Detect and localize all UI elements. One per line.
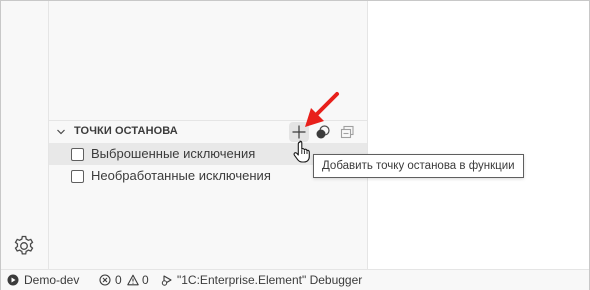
warning-icon — [127, 274, 139, 286]
warning-count: 0 — [142, 273, 149, 287]
activity-bar — [1, 1, 49, 269]
section-title: ТОЧКИ ОСТАНОВА — [74, 125, 178, 137]
app-window: ТОЧКИ ОСТАНОВА Выброшенные исключения Не… — [0, 0, 590, 290]
tooltip-text: Добавить точку останова в функции — [322, 160, 515, 172]
list-item-label: Выброшенные исключения — [91, 146, 256, 161]
exceptions-checkbox[interactable] — [71, 148, 84, 161]
status-bar: Demo-dev 0 0 "1C:Enterprise.Element" Deb… — [1, 269, 589, 290]
debugger-label: "1C:Enterprise.Element" Debugger — [177, 273, 363, 287]
sidebar: ТОЧКИ ОСТАНОВА Выброшенные исключения Не… — [49, 1, 368, 269]
problems-indicator[interactable]: 0 0 — [99, 270, 155, 290]
run-label: Demo-dev — [24, 273, 80, 287]
hand-cursor-icon — [293, 140, 310, 163]
gear-icon[interactable] — [11, 233, 37, 259]
error-icon — [99, 274, 111, 286]
chevron-down-icon[interactable] — [56, 127, 66, 137]
tooltip: Добавить точку останова в функции — [313, 154, 524, 178]
list-item-label: Необработанные исключения — [91, 168, 271, 183]
annotation-arrow-icon — [305, 92, 339, 127]
debug-icon — [161, 275, 172, 286]
error-count: 0 — [115, 273, 122, 287]
exceptions-checkbox[interactable] — [71, 170, 84, 183]
play-circle-icon — [7, 274, 19, 286]
